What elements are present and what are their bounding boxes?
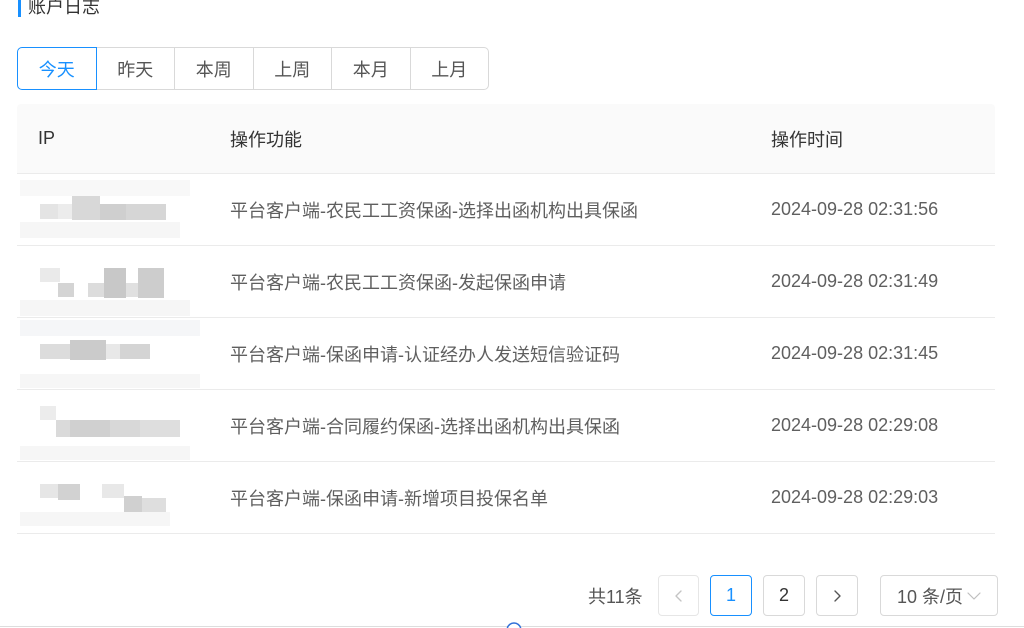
date-filter-last-week[interactable]: 上周: [252, 47, 332, 90]
mosaic-block: [110, 420, 140, 437]
mosaic-block: [72, 196, 100, 220]
mosaic-block: [104, 268, 126, 298]
mosaic-block: [56, 420, 70, 437]
time-cell: 2024-09-28 02:29:03: [771, 487, 939, 507]
function-cell: 平台客户端-保函申请-新增项目投保名单: [230, 488, 548, 509]
redacted-ip: [17, 174, 209, 245]
mosaic-block: [106, 344, 120, 359]
total-count: 共11条: [588, 586, 643, 607]
ip-cell: [17, 174, 209, 245]
redacted-ip: [17, 390, 209, 461]
time-cell: 2024-09-28 02:29:08: [771, 415, 939, 435]
date-filter-this-week[interactable]: 本周: [174, 47, 254, 90]
mosaic-block: [40, 406, 56, 420]
mosaic-block: [40, 484, 58, 498]
page-size-label: 10 条/页: [897, 586, 964, 607]
account-log-panel: 账户日志 今天 昨天 本周 上周 本月 上月 IP 操作功能 操作时间 平台客户…: [0, 0, 1024, 628]
mosaic-block: [138, 268, 164, 298]
date-filter-today[interactable]: 今天: [17, 47, 97, 90]
table-header: IP 操作功能 操作时间: [17, 104, 995, 174]
date-filter-yesterday[interactable]: 昨天: [95, 47, 175, 90]
ip-cell: [17, 318, 209, 389]
mosaic-block: [70, 340, 106, 360]
mosaic-block: [20, 374, 200, 388]
redacted-ip: [17, 462, 209, 533]
title-accent-bar: [18, 0, 21, 17]
mosaic-block: [40, 344, 70, 359]
mosaic-block: [102, 484, 124, 498]
ip-cell: [17, 390, 209, 461]
mosaic-block: [20, 222, 180, 238]
time-cell: 2024-09-28 02:31:45: [771, 343, 939, 363]
mosaic-block: [140, 420, 180, 437]
ip-cell: [17, 462, 209, 533]
mosaic-block: [40, 268, 60, 282]
mosaic-block: [20, 446, 190, 460]
mosaic-block: [20, 180, 190, 196]
column-header-ip: IP: [38, 128, 56, 148]
date-filter-this-month[interactable]: 本月: [331, 47, 411, 90]
mosaic-block: [120, 344, 150, 359]
column-header-function: 操作功能: [230, 129, 302, 150]
function-cell: 平台客户端-保函申请-认证经办人发送短信验证码: [230, 344, 620, 365]
page-title: 账户日志: [28, 0, 100, 17]
circle-icon: [506, 622, 522, 628]
time-cell: 2024-09-28 02:31:56: [771, 199, 939, 219]
function-cell: 平台客户端-合同履约保函-选择出函机构出具保函: [230, 416, 620, 437]
function-cell: 平台客户端-农民工工资保函-发起保函申请: [230, 272, 566, 293]
chevron-down-icon: [967, 591, 981, 600]
function-cell: 平台客户端-农民工工资保函-选择出函机构出具保函: [230, 200, 638, 221]
mosaic-block: [100, 204, 126, 220]
page-button-1[interactable]: 1: [710, 575, 752, 616]
table-row: 平台客户端-合同履约保函-选择出函机构出具保函 2024-09-28 02:29…: [17, 390, 995, 462]
mosaic-block: [126, 283, 138, 297]
redacted-ip: [17, 246, 209, 317]
column-header-time: 操作时间: [771, 129, 843, 150]
pagination: 共11条 1 2 10 条/页: [588, 575, 998, 616]
time-cell: 2024-09-28 02:31:49: [771, 271, 939, 291]
mosaic-block: [40, 204, 58, 219]
mosaic-block: [20, 300, 190, 316]
chevron-right-icon: [831, 589, 843, 603]
table-row: 平台客户端-农民工工资保函-选择出函机构出具保函 2024-09-28 02:3…: [17, 174, 995, 246]
ip-cell: [17, 246, 209, 317]
table-row: 平台客户端-保函申请-认证经办人发送短信验证码 2024-09-28 02:31…: [17, 318, 995, 390]
mosaic-block: [58, 204, 72, 219]
mosaic-block: [124, 496, 142, 512]
mosaic-block: [20, 512, 170, 526]
mosaic-block: [88, 283, 104, 297]
page-button-2[interactable]: 2: [763, 575, 805, 616]
log-table: IP 操作功能 操作时间 平台客户端-农民工工资保函-选择出函机构出具保函 20…: [17, 104, 995, 534]
mosaic-block: [58, 484, 80, 500]
table-row: 平台客户端-保函申请-新增项目投保名单 2024-09-28 02:29:03: [17, 462, 995, 534]
next-page-button[interactable]: [816, 575, 858, 616]
table-row: 平台客户端-农民工工资保函-发起保函申请 2024-09-28 02:31:49: [17, 246, 995, 318]
mosaic-block: [58, 283, 74, 297]
redacted-ip: [17, 318, 209, 389]
mosaic-block: [70, 420, 110, 437]
mosaic-block: [20, 320, 200, 336]
date-filter-last-month[interactable]: 上月: [409, 47, 489, 90]
prev-page-button[interactable]: [658, 575, 699, 616]
date-filter-group: 今天 昨天 本周 上周 本月 上月: [17, 47, 489, 90]
mosaic-block: [142, 498, 166, 512]
chevron-left-icon: [673, 589, 685, 603]
page-size-select[interactable]: 10 条/页: [880, 575, 998, 616]
mosaic-block: [126, 204, 166, 220]
